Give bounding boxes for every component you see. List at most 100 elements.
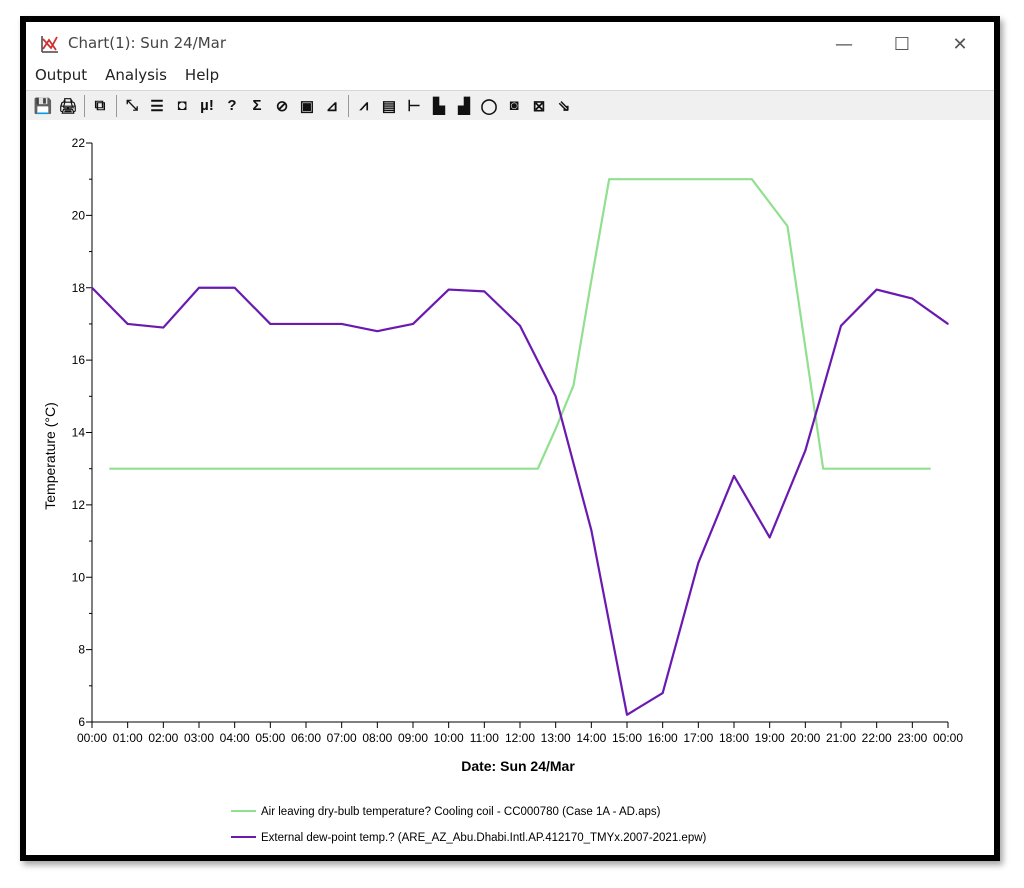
stacked-bar-icon[interactable]: ▙ [428, 95, 450, 117]
series-2-point [376, 330, 379, 332]
window-title: Chart(1): Sun 24/Mar [68, 34, 227, 52]
series-2-point [305, 323, 307, 325]
chart-icon[interactable]: ⤡ [121, 95, 143, 117]
series-2-point [733, 475, 735, 477]
y-tick-label: 10 [72, 570, 86, 584]
x-tick-label: 11:00 [470, 731, 499, 745]
floating-bar-icon[interactable]: ⊢ [403, 95, 425, 117]
x-tick-label: 20:00 [790, 731, 820, 745]
series-2-point [519, 324, 521, 327]
legend-label-series1: Air leaving dry-bulb temperature? Coolin… [261, 806, 661, 818]
y-tick-label: 22 [72, 136, 86, 150]
camera-icon[interactable]: ◘ [171, 95, 193, 117]
x-tick-label: 22:00 [862, 731, 892, 745]
table-icon[interactable]: ☰ [146, 95, 168, 117]
toolbar-separator [84, 94, 85, 117]
series-2-point [768, 536, 771, 539]
y-tick-label: 18 [72, 281, 86, 295]
export-icon[interactable]: ⇘ [553, 95, 575, 117]
series-1-point [822, 467, 824, 470]
x-tick-label: 04:00 [220, 731, 250, 745]
sum-icon[interactable]: Σ [246, 95, 268, 117]
series-2-point [233, 286, 236, 289]
series-2-point [661, 692, 664, 694]
series-2-point [911, 297, 914, 300]
save-icon[interactable]: 💾 [32, 95, 54, 117]
chart-window: Chart(1): Sun 24/Mar — ☐ ✕ Output Analys… [26, 22, 994, 855]
series-2-point [840, 324, 842, 327]
legend: Air leaving dry-bulb temperature? Coolin… [231, 806, 707, 844]
copy-icon[interactable]: ⧉ [89, 95, 111, 117]
mu-icon[interactable]: µ! [196, 95, 218, 117]
toolbar-separator [348, 94, 349, 117]
x-tick-label: 16:00 [648, 731, 678, 745]
x-tick-label: 02:00 [148, 731, 178, 745]
gauge-icon[interactable]: ⊘ [271, 95, 293, 117]
series-1-point [109, 467, 111, 470]
y-tick-label: 12 [72, 498, 86, 512]
chart-area: 6 8 10 12 14 16 18 20 22 00:00 01:00 02:00 03:00 04:0… [26, 120, 994, 855]
y-tick-label: 14 [72, 426, 86, 440]
print-icon[interactable]: 🖨 [57, 95, 79, 117]
line-chart-icon[interactable]: ⩘ [353, 95, 375, 117]
series-2-point [269, 323, 272, 325]
pie-chart-icon[interactable]: ◯ [478, 95, 500, 117]
chart-app-icon [41, 36, 58, 53]
x-tick-label: 05:00 [255, 731, 285, 745]
series-2-point [554, 395, 557, 398]
series-2-point [412, 323, 414, 325]
x-axis-label: Date: Sun 24/Mar [461, 758, 575, 774]
toolbar-separator [116, 94, 117, 117]
minimize-button[interactable]: — [821, 28, 867, 60]
close-button[interactable]: ✕ [937, 28, 983, 60]
series-1-point [751, 178, 753, 180]
series-2-point [875, 288, 878, 291]
series-1-point [786, 225, 789, 228]
x-tick-label: 06:00 [291, 731, 321, 745]
series-2-point [590, 529, 593, 532]
series-2-point [447, 288, 450, 291]
area-chart-icon[interactable]: ▤ [378, 95, 400, 117]
x-tick-label: 12:00 [505, 731, 535, 745]
line-chart: 6 8 10 12 14 16 18 20 22 00:00 01:00 02:00 03:00 04:0… [42, 136, 963, 844]
x-tick-label: 00:00 [933, 731, 963, 745]
analysis-icon[interactable]: ⊿ [321, 95, 343, 117]
x-tick-label: 18:00 [719, 731, 749, 745]
x-tick-label: 14:00 [576, 731, 606, 745]
series-2-point [947, 323, 949, 325]
contour-icon[interactable]: ◙ [503, 95, 525, 117]
series-1-point [537, 467, 539, 470]
x-tick-label: 03:00 [184, 731, 214, 745]
x-tick-label: 01:00 [113, 731, 143, 745]
x-tick-label: 00:00 [77, 731, 107, 745]
menu-analysis[interactable]: Analysis [96, 64, 176, 88]
x-tick-label: 09:00 [398, 731, 428, 745]
query-icon[interactable]: ? [221, 95, 243, 117]
series-line-2 [91, 286, 949, 716]
x-tick-label: 07:00 [327, 731, 357, 745]
y-tick-label: 6 [78, 715, 85, 729]
y-tick-label: 16 [72, 353, 86, 367]
legend-label-series2: External dew-point temp.? (ARE_AZ_Abu.Dh… [261, 832, 707, 844]
series-1-point [590, 279, 593, 282]
series-2-point [126, 323, 129, 325]
series-2-point [91, 286, 93, 289]
x-tick-label: 13:00 [541, 731, 571, 745]
series-2-point [340, 323, 343, 325]
report-icon[interactable]: ▣ [296, 95, 318, 117]
maximize-button[interactable]: ☐ [879, 28, 925, 60]
menu-output[interactable]: Output [26, 64, 96, 88]
y-axis-label: Temperature (°C) [42, 402, 58, 510]
series-2-point [697, 561, 700, 564]
series-2-point [198, 286, 200, 289]
x-tick-label: 23:00 [897, 731, 927, 745]
series-2-point [483, 290, 486, 293]
title-bar[interactable]: Chart(1): Sun 24/Mar — ☐ ✕ [26, 22, 994, 64]
x-tick-label: 19:00 [755, 731, 785, 745]
scatter-icon[interactable]: ⊠ [528, 95, 550, 117]
x-tick-label: 08:00 [362, 731, 392, 745]
bar-chart-icon[interactable]: ▟ [453, 95, 475, 117]
x-tick-label: 10:00 [434, 731, 464, 745]
menu-help[interactable]: Help [176, 64, 228, 88]
series-1-point [572, 384, 575, 387]
